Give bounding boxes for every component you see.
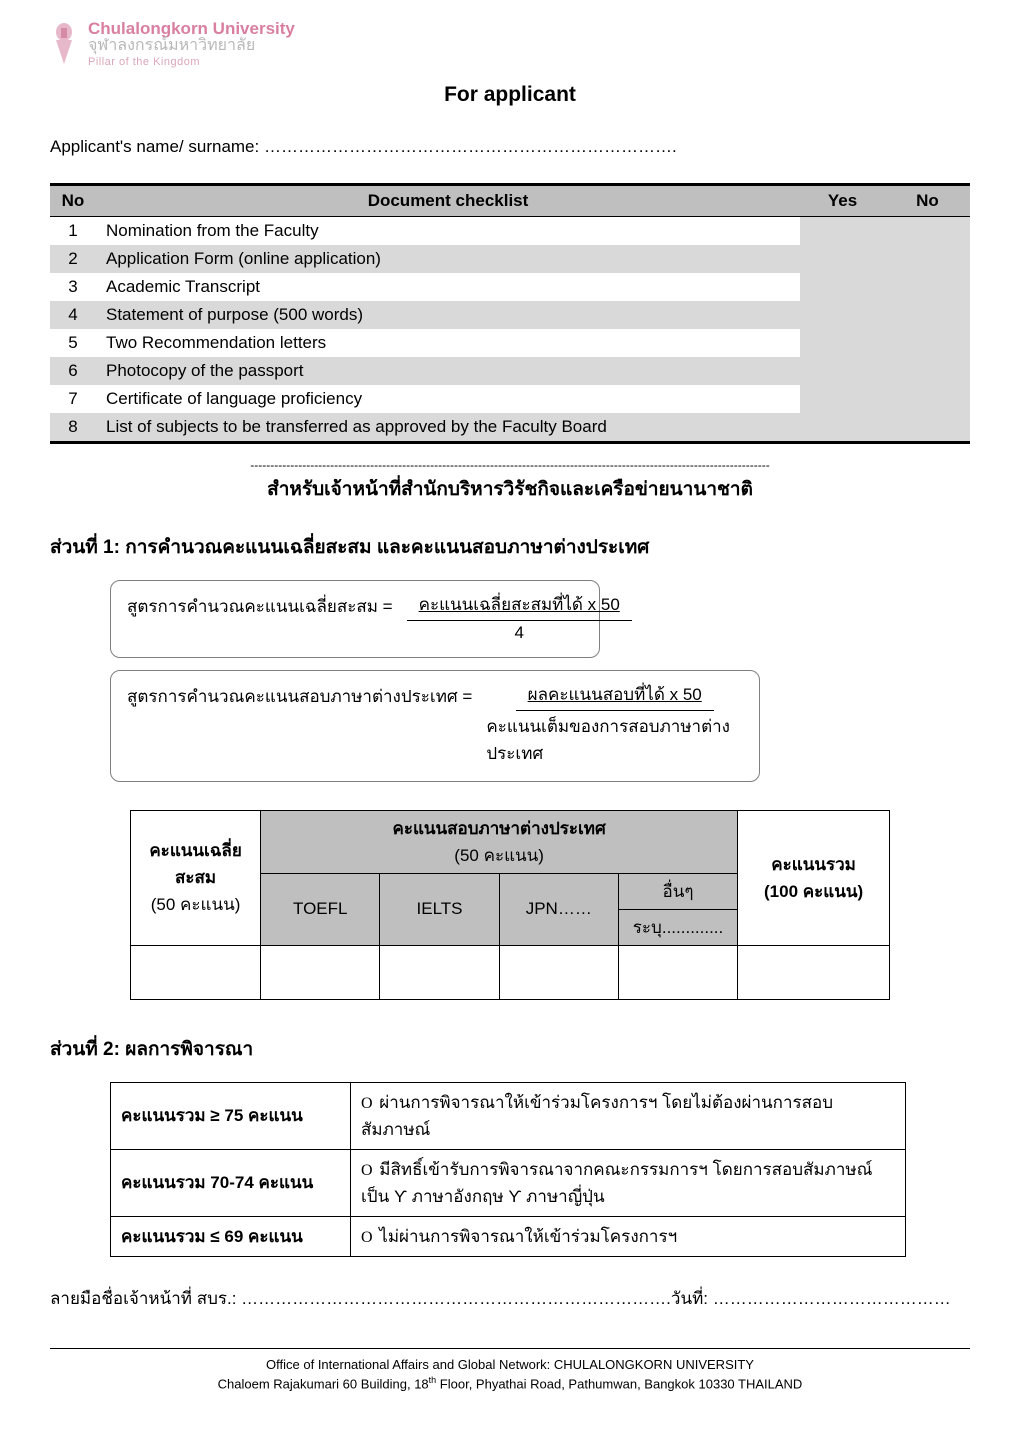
document-checklist-table: No Document checklist Yes No 1Nomination… [50, 183, 970, 444]
score-jpn-cell[interactable] [499, 945, 618, 999]
score-toefl-cell[interactable] [261, 945, 380, 999]
brand-line-th: จุฬาลงกรณ์มหาวิทยาลัย [88, 38, 295, 55]
col-doc: Document checklist [96, 184, 800, 216]
score-table: คะแนนเฉลี่ย สะสม (50 คะแนน) คะแนนสอบภาษา… [130, 810, 890, 1000]
table-row: 3Academic Transcript [50, 273, 970, 301]
table-row: 7Certificate of language proficiency [50, 385, 970, 413]
check-no[interactable] [885, 301, 970, 329]
check-yes[interactable] [800, 357, 885, 385]
table-row: 8List of subjects to be transferred as a… [50, 413, 970, 443]
radio-mark-icon[interactable]: O [361, 1095, 375, 1112]
check-no[interactable] [885, 329, 970, 357]
radio-mark-icon[interactable]: O [361, 1162, 375, 1179]
table-row: 6Photocopy of the passport [50, 357, 970, 385]
check-no[interactable] [885, 385, 970, 413]
brand-header: Chulalongkorn University จุฬาลงกรณ์มหาวิ… [50, 20, 970, 69]
formula-language: สูตรการคำนวณคะแนนสอบภาษาต่างประเทศ = ผลค… [110, 670, 760, 782]
separator-dashes: ----------------------------------------… [50, 458, 970, 472]
col-no: No [50, 184, 96, 216]
col-yes: Yes [800, 184, 885, 216]
radio-mark-icon[interactable]: O [361, 1229, 375, 1246]
university-crest-icon [50, 22, 78, 66]
check-no[interactable] [885, 245, 970, 273]
footer: Office of International Affairs and Glob… [50, 1355, 970, 1394]
table-row: 2Application Form (online application) [50, 245, 970, 273]
brand-tagline: Pillar of the Kingdom [88, 55, 295, 69]
check-no[interactable] [885, 273, 970, 301]
score-ielts-cell[interactable] [380, 945, 499, 999]
footer-rule [50, 1348, 970, 1349]
result-table: คะแนนรวม ≥ 75 คะแนน O ผ่านการพิจารณาให้เ… [110, 1082, 906, 1257]
score-total-cell[interactable] [738, 945, 890, 999]
check-yes[interactable] [800, 413, 885, 443]
check-yes[interactable] [800, 301, 885, 329]
applicant-name-line: Applicant's name/ surname: …………………………………… [50, 137, 970, 157]
officer-section-heading: สำหรับเจ้าหน้าที่สำนักบริหารวิรัชกิจและเ… [50, 474, 970, 504]
table-row: 4Statement of purpose (500 words) [50, 301, 970, 329]
signature-line: ลายมือชื่อเจ้าหน้าที่ สบร.: ………………………………… [50, 1285, 970, 1312]
check-yes[interactable] [800, 216, 885, 245]
brand-line-en: Chulalongkorn University [88, 20, 295, 38]
check-no[interactable] [885, 357, 970, 385]
brand-text: Chulalongkorn University จุฬาลงกรณ์มหาวิ… [88, 20, 295, 69]
col-no2: No [885, 184, 970, 216]
score-other-cell[interactable] [618, 945, 737, 999]
table-row: 5Two Recommendation letters [50, 329, 970, 357]
check-no[interactable] [885, 413, 970, 443]
check-yes[interactable] [800, 329, 885, 357]
section-1-heading: ส่วนที่ 1: การคำนวณคะแนนเฉลี่ยสะสม และคะ… [50, 532, 970, 562]
table-row: 1Nomination from the Faculty [50, 216, 970, 245]
section-2-heading: ส่วนที่ 2: ผลการพิจารณา [50, 1034, 970, 1064]
formula-gpa: สูตรการคำนวณคะแนนเฉลี่ยสะสม = คะแนนเฉลี่… [110, 580, 600, 658]
page-title: For applicant [50, 83, 970, 107]
check-no[interactable] [885, 216, 970, 245]
score-gpa-cell[interactable] [131, 945, 261, 999]
check-yes[interactable] [800, 273, 885, 301]
check-yes[interactable] [800, 385, 885, 413]
check-yes[interactable] [800, 245, 885, 273]
